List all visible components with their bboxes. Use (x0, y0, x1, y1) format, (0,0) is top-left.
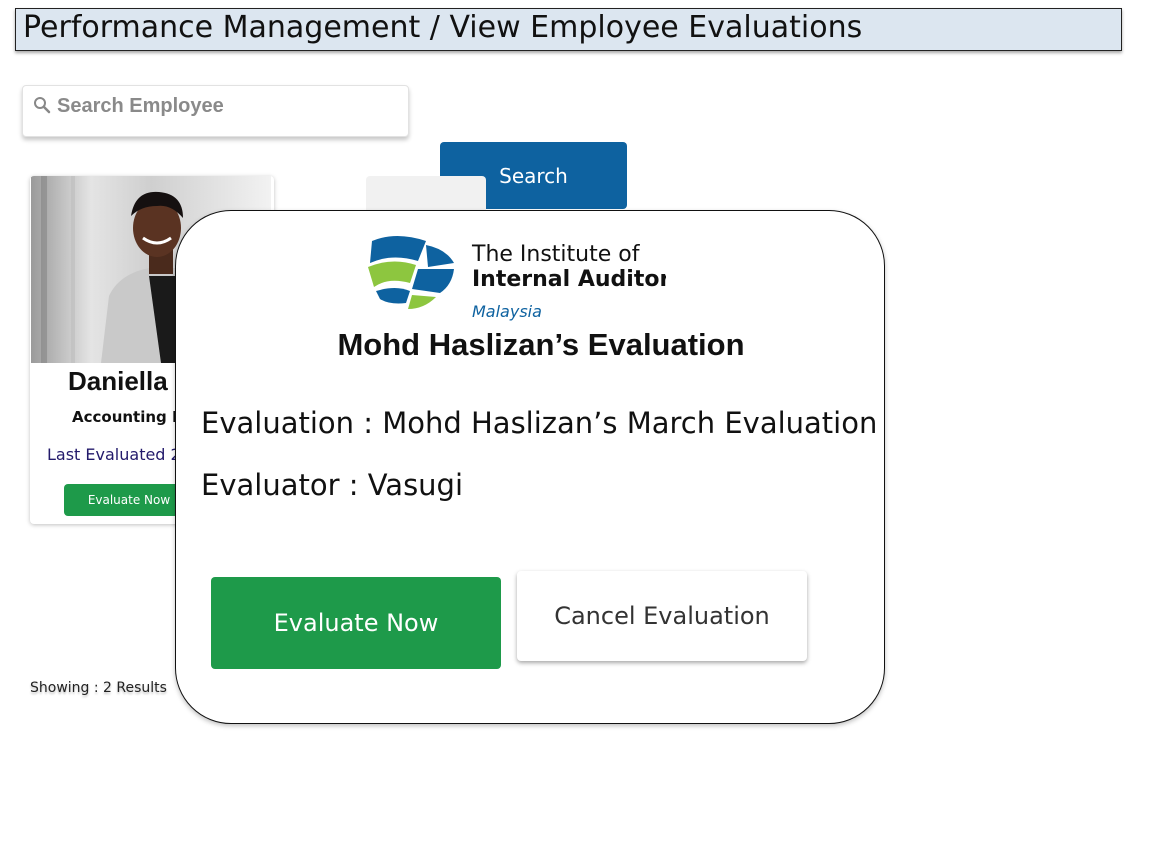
search-icon (34, 97, 51, 114)
logo-text-line3: Malaysia (472, 302, 542, 321)
page-title-bar: Performance Management / View Employee E… (15, 8, 1122, 51)
evaluate-now-button[interactable]: Evaluate Now (211, 577, 501, 669)
evaluator-label: Evaluator : Vasugi (201, 468, 464, 502)
employee-role: Accounting M (72, 408, 187, 426)
results-count: Showing : 2 Results (30, 680, 167, 696)
iia-malaysia-logo: The Institute of Internal Auditors Malay… (368, 236, 666, 321)
last-evaluated: Last Evaluated 2 (47, 445, 181, 464)
employee-name: Daniella (68, 366, 168, 396)
evaluation-modal: The Institute of Internal Auditors Malay… (175, 210, 885, 724)
modal-title: Mohd Haslizan’s Evaluation (337, 327, 745, 362)
logo-text-line1: The Institute of (471, 242, 641, 267)
cancel-evaluation-button[interactable]: Cancel Evaluation (517, 571, 807, 661)
logo-text-line2: Internal Auditors (472, 267, 666, 292)
search-input[interactable] (57, 92, 397, 120)
evaluation-label: Evaluation : Mohd Haslizan’s March Evalu… (201, 406, 878, 440)
page-title: Performance Management / View Employee E… (23, 10, 863, 45)
search-field[interactable] (22, 85, 409, 137)
